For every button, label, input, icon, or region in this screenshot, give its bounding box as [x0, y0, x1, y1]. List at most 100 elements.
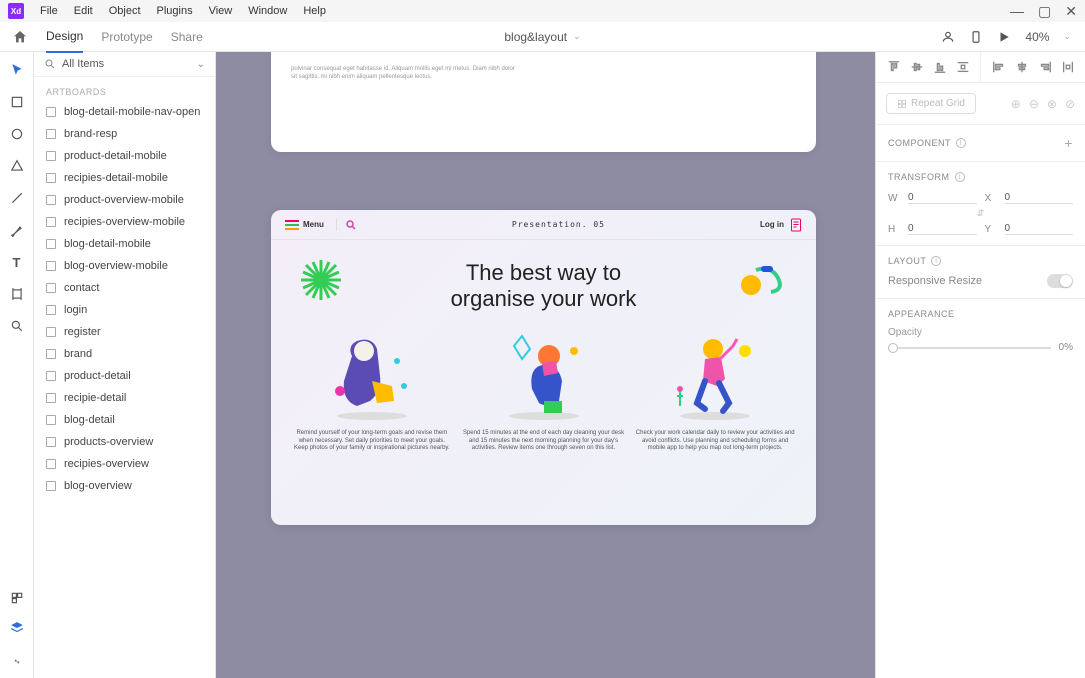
boolean-exclude-icon[interactable]: ⊘: [1065, 97, 1075, 111]
info-icon[interactable]: i: [955, 172, 965, 182]
menu-view[interactable]: View: [209, 5, 233, 17]
select-tool[interactable]: [9, 62, 25, 78]
boolean-add-icon[interactable]: ⊕: [1011, 97, 1021, 111]
artboard-item[interactable]: recipie-detail: [34, 387, 215, 409]
items-filter[interactable]: All Items ⌄: [34, 52, 215, 77]
device-icon[interactable]: [969, 30, 983, 44]
artboard-item[interactable]: brand-resp: [34, 123, 215, 145]
tab-design[interactable]: Design: [46, 21, 83, 53]
artboard-icon: [46, 459, 56, 469]
artboard-item[interactable]: product-detail: [34, 365, 215, 387]
artboard-item[interactable]: product-detail-mobile: [34, 145, 215, 167]
plugins-icon[interactable]: [9, 650, 25, 666]
layers-icon[interactable]: [9, 620, 25, 636]
artboard-item[interactable]: recipies-overview-mobile: [34, 211, 215, 233]
ellipse-tool[interactable]: [9, 126, 25, 142]
artboard-item[interactable]: brand: [34, 343, 215, 365]
doc-title[interactable]: blog&layout ⌄: [504, 30, 580, 44]
menu-edit[interactable]: Edit: [74, 5, 93, 17]
boolean-intersect-icon[interactable]: ⊗: [1047, 97, 1057, 111]
responsive-label: Responsive Resize: [888, 275, 982, 287]
distribute-v-icon[interactable]: [956, 60, 970, 74]
artboard-icon: [46, 327, 56, 337]
tab-prototype[interactable]: Prototype: [101, 22, 152, 52]
col-3: Check your work calendar daily to review…: [634, 329, 796, 453]
artboard-preview-top[interactable]: pulvinar consequat eget habitasse id. Al…: [271, 52, 816, 152]
play-icon[interactable]: [997, 30, 1011, 44]
chevron-down-icon[interactable]: ⌄: [1063, 31, 1071, 42]
hero-text: The best way to organise your work: [271, 240, 816, 323]
artboard-item[interactable]: recipies-overview: [34, 453, 215, 475]
x-input[interactable]: [1005, 192, 1074, 204]
h-label: H: [888, 224, 900, 235]
info-icon[interactable]: i: [956, 138, 966, 148]
zoom-level[interactable]: 40%: [1025, 30, 1049, 44]
tab-share[interactable]: Share: [171, 22, 203, 52]
artboard-item[interactable]: register: [34, 321, 215, 343]
artboard-item[interactable]: recipies-detail-mobile: [34, 167, 215, 189]
line-tool[interactable]: [9, 190, 25, 206]
artboard-preview-main[interactable]: Menu Presentation. 05 Log in The best wa…: [271, 210, 816, 525]
close-icon[interactable]: ✕: [1065, 3, 1077, 20]
artboard-item[interactable]: contact: [34, 277, 215, 299]
lock-aspect-icon[interactable]: ⇵: [888, 208, 1073, 219]
canvas[interactable]: pulvinar consequat eget habitasse id. Al…: [216, 52, 875, 678]
artboard-item[interactable]: blog-overview: [34, 475, 215, 497]
align-vcenter-icon[interactable]: [910, 60, 924, 74]
search-icon: [44, 58, 56, 70]
user-icon[interactable]: [941, 30, 955, 44]
align-hcenter-icon[interactable]: [1015, 60, 1029, 74]
layout-header: LAYOUT i: [888, 256, 1073, 266]
opacity-slider[interactable]: [888, 347, 1051, 349]
menu-window[interactable]: Window: [248, 5, 287, 17]
subbar: Design Prototype Share blog&layout ⌄ 40%…: [0, 22, 1085, 52]
artboard-item[interactable]: product-overview-mobile: [34, 189, 215, 211]
col-1: Remind yourself of your long-term goals …: [291, 329, 453, 453]
menu-file[interactable]: File: [40, 5, 58, 17]
libraries-icon[interactable]: [9, 590, 25, 606]
minimize-icon[interactable]: —: [1010, 3, 1024, 20]
align-row: [876, 52, 1085, 83]
boolean-subtract-icon[interactable]: ⊖: [1029, 97, 1039, 111]
width-input[interactable]: [908, 192, 977, 204]
artboard-item[interactable]: blog-detail-mobile-nav-open: [34, 101, 215, 123]
height-input[interactable]: [908, 223, 977, 235]
text-tool[interactable]: T: [9, 254, 25, 270]
artboard-item[interactable]: blog-detail: [34, 409, 215, 431]
distribute-h-icon[interactable]: [1061, 60, 1075, 74]
right-panel: Repeat Grid ⊕ ⊖ ⊗ ⊘ COMPONENT i + TRANSF…: [875, 52, 1085, 678]
artboard-icon: [46, 129, 56, 139]
artboard-icon: [46, 393, 56, 403]
align-bottom-icon[interactable]: [933, 60, 947, 74]
add-component-icon[interactable]: +: [1064, 135, 1073, 151]
menu-plugins[interactable]: Plugins: [157, 5, 193, 17]
align-left-icon[interactable]: [992, 60, 1006, 74]
artboard-label: recipies-detail-mobile: [64, 172, 168, 184]
transform-header: TRANSFORM i: [888, 172, 1073, 182]
artboard-label: products-overview: [64, 436, 153, 448]
zoom-tool[interactable]: [9, 318, 25, 334]
rectangle-tool[interactable]: [9, 94, 25, 110]
responsive-toggle[interactable]: [1047, 274, 1073, 288]
home-icon[interactable]: [12, 29, 28, 45]
info-icon[interactable]: i: [931, 256, 941, 266]
y-input[interactable]: [1005, 223, 1074, 235]
menu-object[interactable]: Object: [109, 5, 141, 17]
artboard-item[interactable]: login: [34, 299, 215, 321]
grid-icon: [897, 99, 907, 109]
polygon-tool[interactable]: [9, 158, 25, 174]
align-right-icon[interactable]: [1038, 60, 1052, 74]
maximize-icon[interactable]: ▢: [1038, 3, 1051, 20]
align-top-icon[interactable]: [887, 60, 901, 74]
artboard-icon: [46, 217, 56, 227]
illustration-3: [634, 329, 796, 424]
component-header: COMPONENT i +: [888, 135, 1073, 151]
artboard-item[interactable]: products-overview: [34, 431, 215, 453]
hamburger-icon: [285, 220, 299, 230]
menu-help[interactable]: Help: [303, 5, 326, 17]
pen-tool[interactable]: [9, 222, 25, 238]
artboard-item[interactable]: blog-overview-mobile: [34, 255, 215, 277]
artboard-tool[interactable]: [9, 286, 25, 302]
artboard-item[interactable]: blog-detail-mobile: [34, 233, 215, 255]
repeat-grid-button[interactable]: Repeat Grid: [886, 93, 976, 114]
